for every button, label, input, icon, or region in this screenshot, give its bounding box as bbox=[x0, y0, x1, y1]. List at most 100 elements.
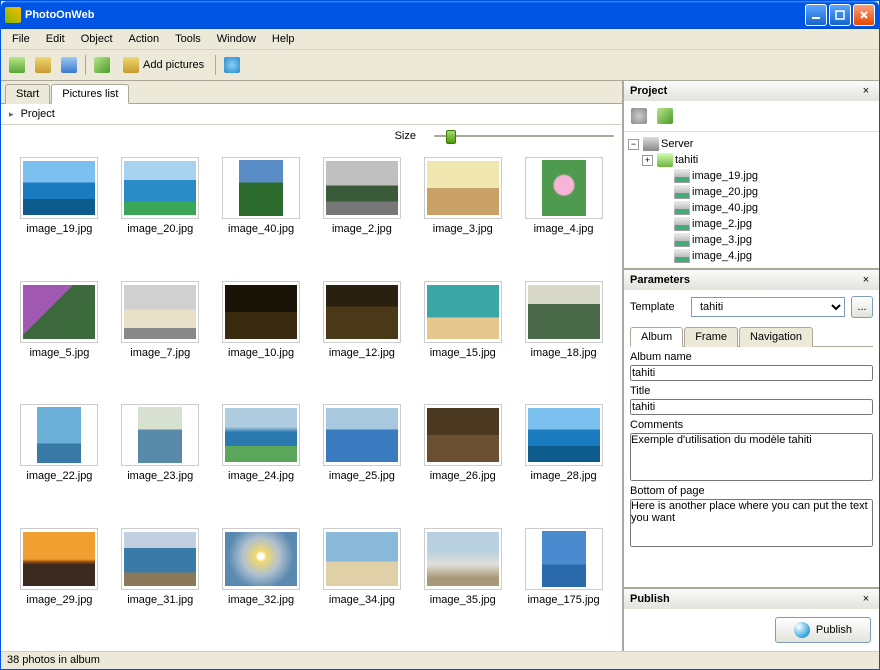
thumbnail[interactable]: image_7.jpg bbox=[112, 281, 209, 395]
thumbnail-frame bbox=[323, 404, 401, 466]
thumbnail[interactable]: image_29.jpg bbox=[11, 528, 108, 642]
thumbnail[interactable]: image_28.jpg bbox=[515, 404, 612, 518]
add-pictures-button[interactable]: Add pictures bbox=[116, 53, 211, 77]
thumbnail[interactable]: image_5.jpg bbox=[11, 281, 108, 395]
thumbnail-frame bbox=[20, 404, 98, 466]
thumbnail-label: image_5.jpg bbox=[29, 347, 89, 359]
menu-help[interactable]: Help bbox=[265, 31, 302, 47]
thumbnail-frame bbox=[323, 281, 401, 343]
bottom-textarea[interactable]: Here is another place where you can put … bbox=[630, 499, 873, 547]
tree-node-file[interactable]: image_19.jpg bbox=[628, 168, 875, 184]
save-button[interactable] bbox=[57, 53, 81, 77]
thumbnail[interactable]: image_34.jpg bbox=[314, 528, 411, 642]
breadcrumb-bar: ▸ Project bbox=[1, 104, 622, 125]
thumbnail[interactable]: image_19.jpg bbox=[11, 157, 108, 271]
thumbnail-grid[interactable]: image_19.jpgimage_20.jpgimage_40.jpgimag… bbox=[1, 147, 622, 651]
menu-file[interactable]: File bbox=[5, 31, 37, 47]
thumbnail[interactable]: image_32.jpg bbox=[213, 528, 310, 642]
thumbnail[interactable]: image_35.jpg bbox=[414, 528, 511, 642]
thumbnail-frame bbox=[20, 157, 98, 219]
param-tab-frame[interactable]: Frame bbox=[684, 327, 738, 347]
size-label: Size bbox=[395, 130, 416, 142]
thumbnail[interactable]: image_10.jpg bbox=[213, 281, 310, 395]
thumbnail[interactable]: image_24.jpg bbox=[213, 404, 310, 518]
publish-web-button[interactable] bbox=[220, 53, 244, 77]
tree-node-server[interactable]: − Server bbox=[628, 136, 875, 152]
thumbnail[interactable]: image_22.jpg bbox=[11, 404, 108, 518]
expand-icon[interactable]: + bbox=[642, 155, 653, 166]
status-text: 38 photos in album bbox=[7, 654, 100, 666]
thumbnail-label: image_10.jpg bbox=[228, 347, 294, 359]
parameters-panel-title: Parameters bbox=[630, 274, 690, 286]
thumbnail[interactable]: image_4.jpg bbox=[515, 157, 612, 271]
thumbnail[interactable]: image_12.jpg bbox=[314, 281, 411, 395]
project-panel-close[interactable]: × bbox=[859, 84, 873, 98]
tree-node-album[interactable]: + tahiti bbox=[628, 152, 875, 168]
param-tab-navigation[interactable]: Navigation bbox=[739, 327, 813, 347]
thumbnail-frame bbox=[525, 404, 603, 466]
tree-label: image_2.jpg bbox=[692, 218, 752, 230]
maximize-button[interactable] bbox=[829, 4, 851, 26]
parameters-panel-close[interactable]: × bbox=[859, 273, 873, 287]
minimize-button[interactable] bbox=[805, 4, 827, 26]
thumbnail[interactable]: image_40.jpg bbox=[213, 157, 310, 271]
comments-textarea[interactable]: Exemple d'utilisation du modèle tahiti bbox=[630, 433, 873, 481]
thumbnail[interactable]: image_2.jpg bbox=[314, 157, 411, 271]
thumbnail-image bbox=[225, 532, 297, 586]
thumbnail-frame bbox=[20, 528, 98, 590]
thumbnail-size-slider[interactable] bbox=[434, 129, 614, 143]
thumbnail[interactable]: image_15.jpg bbox=[414, 281, 511, 395]
tree-node-file[interactable]: image_2.jpg bbox=[628, 216, 875, 232]
thumbnail[interactable]: image_26.jpg bbox=[414, 404, 511, 518]
folder-icon bbox=[35, 57, 51, 73]
thumbnail-frame bbox=[222, 528, 300, 590]
thumbnail[interactable]: image_20.jpg bbox=[112, 157, 209, 271]
project-add-button[interactable] bbox=[653, 104, 677, 128]
slider-handle[interactable] bbox=[446, 130, 456, 144]
new-project-button[interactable] bbox=[5, 53, 29, 77]
tree-node-file[interactable]: image_4.jpg bbox=[628, 248, 875, 264]
thumbnail-image bbox=[528, 408, 600, 462]
template-select[interactable]: tahiti bbox=[691, 297, 845, 317]
project-panel-header: Project × bbox=[624, 81, 879, 101]
thumbnail[interactable]: image_3.jpg bbox=[414, 157, 511, 271]
param-tab-album[interactable]: Album bbox=[630, 327, 683, 347]
thumbnail-label: image_22.jpg bbox=[26, 470, 92, 482]
thumbnail[interactable]: image_23.jpg bbox=[112, 404, 209, 518]
thumbnail[interactable]: image_175.jpg bbox=[515, 528, 612, 642]
thumbnail-frame bbox=[424, 528, 502, 590]
thumbnail-label: image_40.jpg bbox=[228, 223, 294, 235]
gear-icon bbox=[631, 108, 647, 124]
template-browse-button[interactable]: ... bbox=[851, 296, 873, 318]
album-name-input[interactable] bbox=[630, 365, 873, 381]
thumbnail[interactable]: image_31.jpg bbox=[112, 528, 209, 642]
thumbnail-label: image_3.jpg bbox=[433, 223, 493, 235]
thumbnail-frame bbox=[20, 281, 98, 343]
thumbnail[interactable]: image_18.jpg bbox=[515, 281, 612, 395]
close-button[interactable] bbox=[853, 4, 875, 26]
publish-panel-close[interactable]: × bbox=[859, 592, 873, 606]
menu-tools[interactable]: Tools bbox=[168, 31, 208, 47]
breadcrumb[interactable]: Project bbox=[21, 108, 55, 120]
menu-action[interactable]: Action bbox=[122, 31, 167, 47]
tree-node-file[interactable]: image_3.jpg bbox=[628, 232, 875, 248]
publish-button[interactable]: Publish bbox=[775, 617, 871, 643]
toolbar-separator bbox=[215, 55, 216, 75]
menu-window[interactable]: Window bbox=[210, 31, 263, 47]
toolbar: Add pictures bbox=[1, 50, 879, 81]
image-file-icon bbox=[674, 185, 690, 199]
tab-start[interactable]: Start bbox=[5, 84, 50, 104]
collapse-icon[interactable]: − bbox=[628, 139, 639, 150]
tab-pictures-list[interactable]: Pictures list bbox=[51, 84, 129, 104]
thumbnail[interactable]: image_25.jpg bbox=[314, 404, 411, 518]
new-album-button[interactable] bbox=[90, 53, 114, 77]
project-settings-button[interactable] bbox=[627, 104, 651, 128]
menu-edit[interactable]: Edit bbox=[39, 31, 72, 47]
open-button[interactable] bbox=[31, 53, 55, 77]
tree-node-file[interactable]: image_20.jpg bbox=[628, 184, 875, 200]
thumbnail-image bbox=[225, 408, 297, 462]
size-row: Size bbox=[1, 125, 622, 147]
menu-object[interactable]: Object bbox=[74, 31, 120, 47]
title-input[interactable] bbox=[630, 399, 873, 415]
tree-node-file[interactable]: image_40.jpg bbox=[628, 200, 875, 216]
